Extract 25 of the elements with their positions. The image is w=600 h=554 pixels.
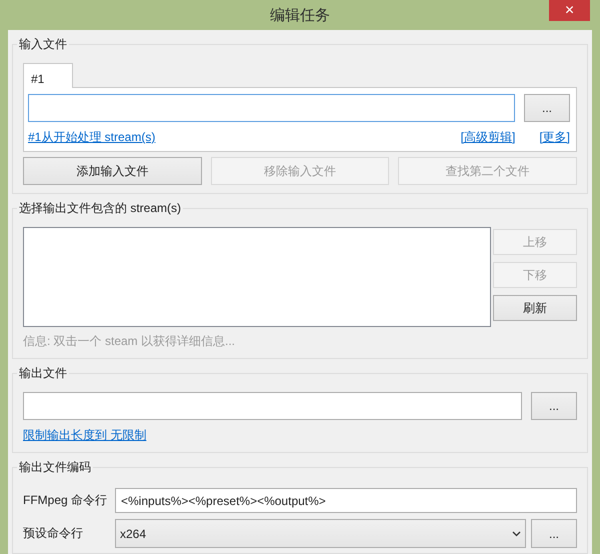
group-label: 输入文件: [18, 36, 68, 53]
group-label: 选择输出文件包含的 stream(s): [18, 200, 182, 217]
info-text: 信息: 双击一个 steam 以获得详细信息...: [23, 333, 236, 350]
close-button[interactable]: ×: [549, 0, 590, 21]
browse-button[interactable]: ...: [531, 392, 577, 420]
window-title: 编辑任务: [270, 6, 330, 24]
stream-list[interactable]: [23, 227, 491, 327]
link[interactable]: #1从开始处理 stream(s): [28, 129, 156, 146]
tab[interactable]: #1: [23, 63, 73, 88]
chevron-down-icon: [512, 530, 521, 536]
button[interactable]: 添加输入文件: [23, 157, 202, 185]
field-label: FFMpeg 命令行: [23, 492, 108, 509]
group-label: 输出文件编码: [18, 459, 92, 476]
link[interactable]: 限制输出长度到 无限制: [23, 428, 146, 442]
input-file-field[interactable]: [28, 94, 515, 122]
output-file-field[interactable]: [23, 392, 522, 420]
button[interactable]: 刷新: [493, 295, 577, 321]
field-label: 预设命令行: [23, 525, 84, 542]
command-field[interactable]: <%inputs%><%preset%><%output%>: [115, 488, 577, 513]
browse-button[interactable]: ...: [531, 519, 577, 548]
group-label: 输出文件: [18, 365, 68, 382]
preset-dropdown[interactable]: x264: [115, 519, 526, 548]
link[interactable]: [高级剪辑]: [460, 129, 516, 146]
link[interactable]: [更多]: [539, 129, 570, 146]
browse-button[interactable]: ...: [524, 94, 570, 122]
